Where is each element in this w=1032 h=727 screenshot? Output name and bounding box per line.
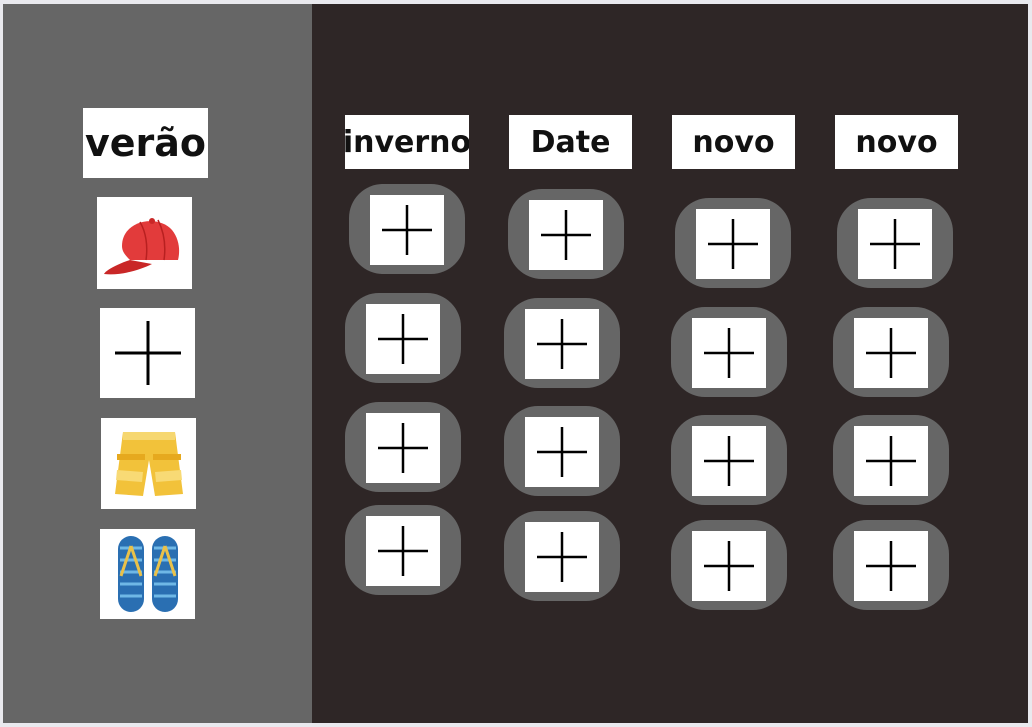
plus-icon xyxy=(541,210,591,260)
plus-icon xyxy=(378,314,428,364)
drop-slot[interactable] xyxy=(833,520,949,610)
drop-slot[interactable] xyxy=(345,402,461,492)
plus-icon xyxy=(537,532,587,582)
drop-slot[interactable] xyxy=(504,406,620,496)
category-label-verao: verão xyxy=(83,108,208,178)
plus-icon xyxy=(378,423,428,473)
drop-slot[interactable] xyxy=(675,198,791,288)
plus-icon xyxy=(704,541,754,591)
column-header-date: Date xyxy=(509,115,632,169)
drop-slot[interactable] xyxy=(837,198,953,288)
red-cap-icon xyxy=(103,218,179,275)
yellow-shorts-icon xyxy=(114,431,183,496)
plus-icon xyxy=(708,219,758,269)
plus-icon xyxy=(704,328,754,378)
flip-flops-icon xyxy=(117,536,178,612)
plus-icon xyxy=(382,205,432,255)
plus-icon xyxy=(866,328,916,378)
drop-slot[interactable] xyxy=(671,307,787,397)
drop-slot[interactable] xyxy=(504,298,620,388)
plus-tile-left[interactable] xyxy=(100,308,195,398)
drop-slot[interactable] xyxy=(671,520,787,610)
drop-slot[interactable] xyxy=(504,511,620,601)
drop-slot[interactable] xyxy=(345,293,461,383)
column-header-novo-2: novo xyxy=(835,115,958,169)
drop-slot[interactable] xyxy=(508,189,624,279)
column-header-novo-1: novo xyxy=(672,115,795,169)
plus-icon xyxy=(866,541,916,591)
plus-icon xyxy=(704,436,754,486)
plus-icon xyxy=(870,219,920,269)
drop-slot[interactable] xyxy=(349,184,465,274)
drop-slot[interactable] xyxy=(833,307,949,397)
plus-icon xyxy=(537,427,587,477)
plus-icon xyxy=(378,526,428,576)
plus-icon xyxy=(537,319,587,369)
plus-icon xyxy=(114,321,181,385)
red-cap-tile[interactable] xyxy=(97,197,192,289)
yellow-shorts-tile[interactable] xyxy=(101,418,196,509)
drop-slot[interactable] xyxy=(345,505,461,595)
flip-flops-tile[interactable] xyxy=(100,529,195,619)
column-header-inverno: inverno xyxy=(345,115,469,169)
plus-icon xyxy=(866,436,916,486)
drop-slot[interactable] xyxy=(671,415,787,505)
drop-slot[interactable] xyxy=(833,415,949,505)
